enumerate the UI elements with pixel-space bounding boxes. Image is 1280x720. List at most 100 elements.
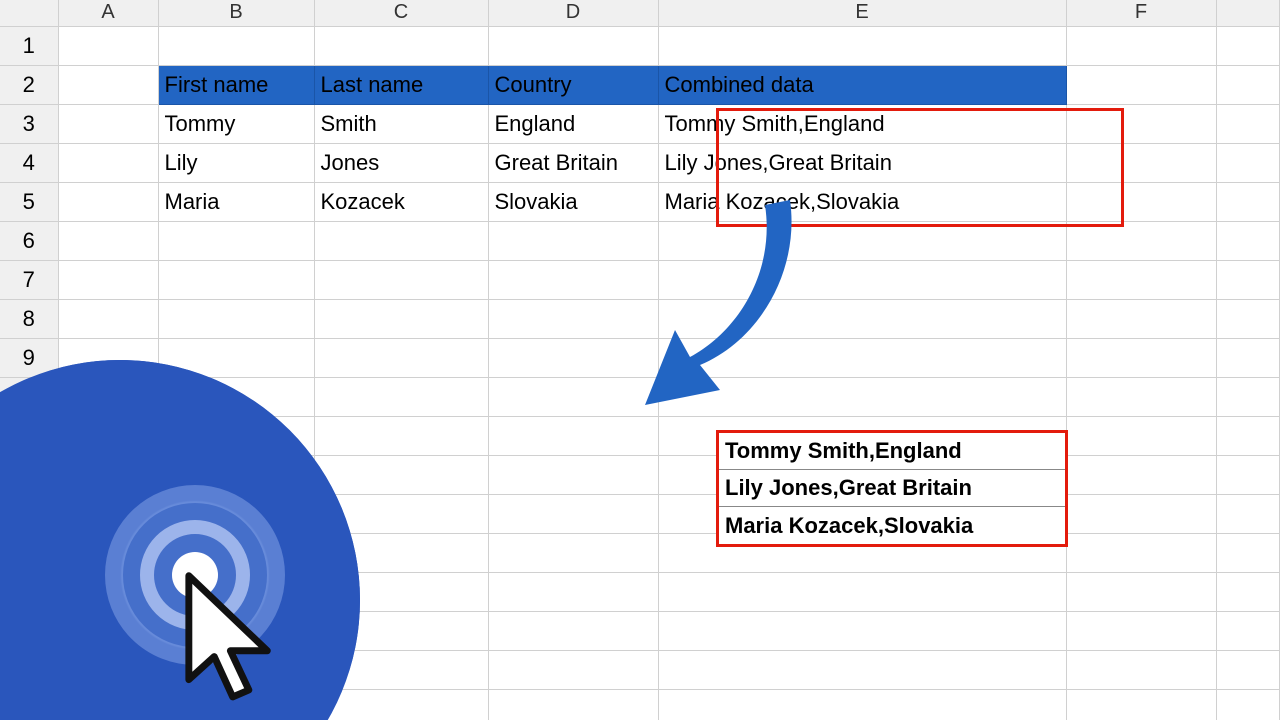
cell[interactable] [1216, 572, 1280, 611]
cell[interactable] [1216, 260, 1280, 299]
cell[interactable] [58, 65, 158, 104]
cell[interactable] [658, 338, 1066, 377]
cell[interactable] [1216, 26, 1280, 65]
cell[interactable] [1216, 650, 1280, 689]
cell[interactable] [58, 494, 158, 533]
cell[interactable] [58, 299, 158, 338]
cell[interactable] [1066, 338, 1216, 377]
cell[interactable] [58, 533, 158, 572]
cell[interactable] [314, 416, 488, 455]
cell-combined[interactable]: Tommy Smith,England [658, 104, 1066, 143]
row-header[interactable] [0, 533, 58, 572]
cell[interactable] [58, 104, 158, 143]
cell-combined[interactable]: Maria Kozacek,Slovakia [658, 182, 1066, 221]
row-header[interactable] [0, 611, 58, 650]
cell[interactable] [58, 338, 158, 377]
row-header-11[interactable]: 11 [0, 416, 58, 455]
col-header-a[interactable]: A [58, 0, 158, 26]
cell[interactable] [1216, 221, 1280, 260]
cell[interactable] [1066, 494, 1216, 533]
row-header-9[interactable]: 9 [0, 338, 58, 377]
cell[interactable] [488, 533, 658, 572]
cell[interactable] [1216, 299, 1280, 338]
cell[interactable] [658, 26, 1066, 65]
cell[interactable] [1066, 533, 1216, 572]
col-header-c[interactable]: C [314, 0, 488, 26]
cell[interactable] [1216, 338, 1280, 377]
cell[interactable] [58, 416, 158, 455]
cell[interactable] [488, 299, 658, 338]
cell[interactable] [1216, 689, 1280, 720]
cell[interactable] [658, 377, 1066, 416]
cell[interactable] [488, 338, 658, 377]
cell[interactable] [1066, 416, 1216, 455]
header-combined[interactable]: Combined data [658, 65, 1066, 104]
cell[interactable] [158, 611, 314, 650]
cell[interactable] [314, 299, 488, 338]
cell-combined[interactable]: Lily Jones,Great Britain [658, 143, 1066, 182]
cell[interactable] [58, 377, 158, 416]
cell[interactable] [58, 182, 158, 221]
cell-country[interactable]: Slovakia [488, 182, 658, 221]
cell[interactable] [158, 377, 314, 416]
cell[interactable] [314, 221, 488, 260]
cell[interactable] [314, 611, 488, 650]
col-header-b[interactable]: B [158, 0, 314, 26]
cell[interactable] [1066, 611, 1216, 650]
cell[interactable] [488, 650, 658, 689]
cell[interactable] [1216, 455, 1280, 494]
row-header[interactable] [0, 572, 58, 611]
col-header-f[interactable]: F [1066, 0, 1216, 26]
cell[interactable] [1066, 260, 1216, 299]
cell[interactable] [314, 260, 488, 299]
header-country[interactable]: Country [488, 65, 658, 104]
cell[interactable] [158, 689, 314, 720]
cell[interactable] [658, 260, 1066, 299]
cell[interactable] [314, 533, 488, 572]
cell[interactable] [488, 689, 658, 720]
cell[interactable] [158, 650, 314, 689]
cell[interactable] [488, 377, 658, 416]
cell[interactable] [1216, 533, 1280, 572]
cell-first-name[interactable]: Tommy [158, 104, 314, 143]
cell[interactable] [1216, 182, 1280, 221]
cell[interactable] [158, 221, 314, 260]
cell[interactable] [158, 299, 314, 338]
cell[interactable] [488, 26, 658, 65]
row-header-6[interactable]: 6 [0, 221, 58, 260]
cell[interactable] [1216, 377, 1280, 416]
cell[interactable] [58, 650, 158, 689]
cell[interactable] [314, 26, 488, 65]
row-header-3[interactable]: 3 [0, 104, 58, 143]
row-header[interactable] [0, 689, 58, 720]
cell[interactable] [658, 299, 1066, 338]
cell[interactable] [158, 455, 314, 494]
cell-country[interactable]: Great Britain [488, 143, 658, 182]
cell[interactable] [58, 689, 158, 720]
cell[interactable] [314, 455, 488, 494]
row-header-2[interactable]: 2 [0, 65, 58, 104]
cell[interactable] [158, 572, 314, 611]
cell[interactable] [158, 533, 314, 572]
cell[interactable] [58, 26, 158, 65]
cell[interactable] [1066, 299, 1216, 338]
cell[interactable] [1066, 377, 1216, 416]
header-first-name[interactable]: First name [158, 65, 314, 104]
cell[interactable] [1216, 611, 1280, 650]
cell[interactable] [488, 455, 658, 494]
row-header-1[interactable]: 1 [0, 26, 58, 65]
cell-last-name[interactable]: Kozacek [314, 182, 488, 221]
cell[interactable] [1216, 494, 1280, 533]
cell[interactable] [488, 221, 658, 260]
cell[interactable] [158, 416, 314, 455]
cell[interactable] [1066, 221, 1216, 260]
cell[interactable] [1216, 65, 1280, 104]
cell[interactable] [314, 494, 488, 533]
cell[interactable] [58, 611, 158, 650]
cell[interactable] [488, 494, 658, 533]
cell-first-name[interactable]: Lily [158, 143, 314, 182]
cell[interactable] [158, 260, 314, 299]
cell[interactable] [1216, 416, 1280, 455]
row-header-10[interactable]: 10 [0, 377, 58, 416]
cell[interactable] [488, 572, 658, 611]
